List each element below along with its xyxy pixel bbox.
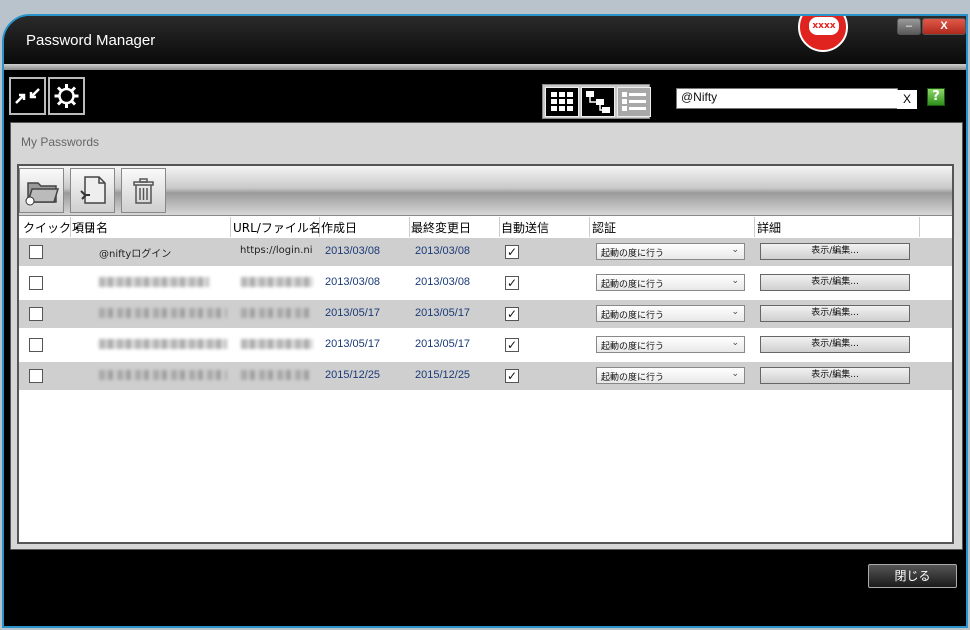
col-autosend[interactable]: 自動送信 (501, 219, 549, 236)
title-divider (4, 64, 966, 70)
close-window-button[interactable]: X (922, 18, 966, 35)
list-view-icon (622, 92, 646, 111)
autosend-checkbox[interactable]: ✓ (505, 276, 519, 290)
speech-bubble-icon: xxxx (809, 17, 839, 35)
chevron-down-icon: ⌄ (731, 338, 739, 348)
search-clear-button[interactable]: X (897, 90, 917, 109)
col-auth[interactable]: 認証 (592, 219, 616, 236)
created-date: 2015/12/25 (325, 369, 381, 381)
table-row[interactable]: 2013/05/17 2013/05/17 ✓ 起動の度に行う ⌄ 表示/編集..… (19, 331, 952, 359)
created-date: 2013/03/08 (325, 245, 381, 257)
trash-icon (133, 178, 154, 204)
chevron-down-icon: ⌄ (731, 245, 739, 255)
minimize-button[interactable]: – (897, 18, 921, 35)
view-edit-button[interactable]: 表示/編集... (760, 274, 910, 291)
redacted-name (99, 277, 209, 287)
gear-icon (54, 84, 79, 108)
modified-date: 2013/03/08 (415, 245, 471, 257)
quick-launch-checkbox[interactable] (29, 276, 43, 290)
chevron-down-icon: ⌄ (731, 276, 739, 286)
col-created[interactable]: 作成日 (321, 219, 357, 236)
app-window: Password Manager xxxx – X @Nifty X ? My … (2, 14, 968, 628)
auth-select[interactable]: 起動の度に行う ⌄ (596, 367, 745, 384)
modified-date: 2013/05/17 (415, 338, 471, 350)
view-edit-button[interactable]: 表示/編集... (760, 367, 910, 384)
quick-launch-checkbox[interactable] (29, 369, 43, 383)
view-edit-button[interactable]: 表示/編集... (760, 336, 910, 353)
redacted-url (241, 370, 313, 380)
auth-select[interactable]: 起動の度に行う ⌄ (596, 243, 745, 260)
redacted-url (241, 339, 313, 349)
chevron-down-icon: ⌄ (731, 369, 739, 379)
collapse-arrows-icon (15, 88, 40, 104)
col-name[interactable]: 項目名 (72, 219, 108, 236)
created-date: 2013/05/17 (325, 307, 381, 319)
redacted-name (99, 339, 227, 349)
quick-launch-checkbox[interactable] (29, 338, 43, 352)
entry-name: @niftyログイン (99, 249, 172, 260)
redacted-url (241, 277, 313, 287)
delete-button[interactable] (121, 168, 166, 213)
section-title: My Passwords (21, 135, 100, 149)
view-edit-button[interactable]: 表示/編集... (760, 243, 910, 260)
quick-launch-checkbox[interactable] (29, 245, 43, 259)
col-url[interactable]: URL/ファイル名 (233, 219, 321, 236)
table-header: クイック・リ 項目名 URL/ファイル名 作成日 最終変更日 自動送信 認証 詳… (19, 217, 952, 237)
col-modified[interactable]: 最終変更日 (411, 219, 471, 236)
auth-select[interactable]: 起動の度に行う ⌄ (596, 274, 745, 291)
modified-date: 2013/03/08 (415, 276, 471, 288)
autosend-checkbox[interactable]: ✓ (505, 245, 519, 259)
table-row[interactable]: 2015/12/25 2015/12/25 ✓ 起動の度に行う ⌄ 表示/編集..… (19, 362, 952, 390)
autosend-checkbox[interactable]: ✓ (505, 338, 519, 352)
autosend-checkbox[interactable]: ✓ (505, 307, 519, 321)
list-toolbar (19, 166, 952, 216)
open-folder-button[interactable] (19, 168, 64, 213)
col-detail[interactable]: 詳細 (757, 219, 781, 236)
password-list-panel: クイック・リ 項目名 URL/ファイル名 作成日 最終変更日 自動送信 認証 詳… (17, 164, 955, 544)
view-edit-button[interactable]: 表示/編集... (760, 305, 910, 322)
grid-view-button[interactable] (545, 87, 579, 117)
help-button[interactable]: ? (927, 88, 945, 106)
entry-url: https://login.ni (240, 245, 313, 256)
redacted-name (99, 370, 227, 380)
created-date: 2013/05/17 (325, 338, 381, 350)
tree-view-icon (586, 91, 610, 113)
new-entry-icon (80, 176, 106, 204)
tree-view-button[interactable] (581, 87, 615, 117)
new-entry-button[interactable] (70, 168, 115, 213)
modified-date: 2015/12/25 (415, 369, 471, 381)
settings-button[interactable] (48, 77, 85, 115)
table-row[interactable]: @niftyログイン https://login.ni 2013/03/08 2… (19, 238, 952, 266)
window-title: Password Manager (26, 32, 156, 49)
table-row[interactable]: 2013/05/17 2013/05/17 ✓ 起動の度に行う ⌄ 表示/編集..… (19, 300, 952, 328)
close-button[interactable]: 閉じる (868, 564, 957, 588)
list-view-button[interactable] (617, 87, 651, 117)
modified-date: 2013/05/17 (415, 307, 471, 319)
redacted-name (99, 308, 227, 318)
created-date: 2013/03/08 (325, 276, 381, 288)
collapse-button[interactable] (9, 77, 46, 115)
open-folder-icon (25, 182, 60, 206)
grid-view-icon (551, 92, 573, 111)
quick-launch-checkbox[interactable] (29, 307, 43, 321)
view-mode-switcher (542, 84, 651, 119)
autosend-checkbox[interactable]: ✓ (505, 369, 519, 383)
redacted-url (241, 308, 313, 318)
main-panel: My Passwords クイック・リ 項目名 URL/ファイル名 作成日 最終… (10, 122, 963, 550)
table-row[interactable]: 2013/03/08 2013/03/08 ✓ 起動の度に行う ⌄ 表示/編集..… (19, 269, 952, 297)
auth-select[interactable]: 起動の度に行う ⌄ (596, 336, 745, 353)
search-input[interactable]: @Nifty (676, 88, 898, 109)
auth-select[interactable]: 起動の度に行う ⌄ (596, 305, 745, 322)
chevron-down-icon: ⌄ (731, 307, 739, 317)
